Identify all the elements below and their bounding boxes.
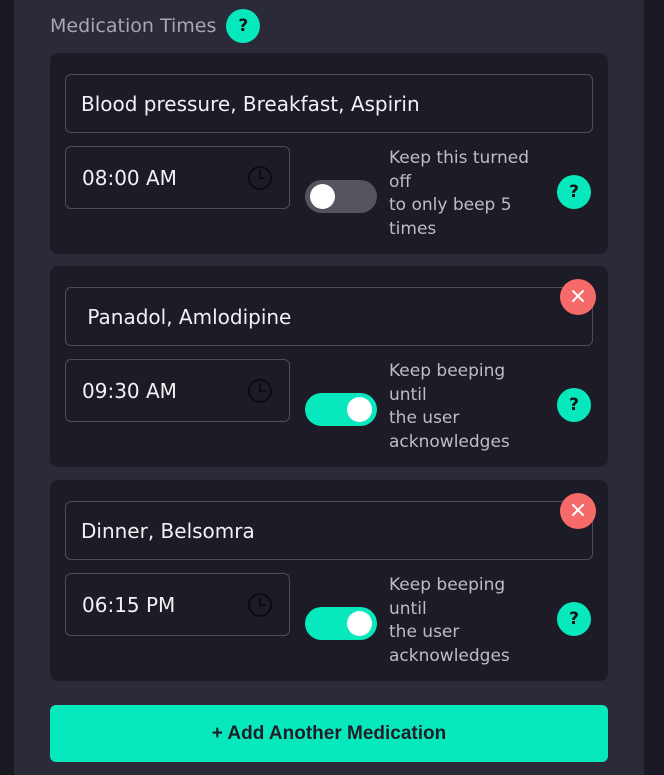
section-help-button[interactable]: ? xyxy=(226,9,261,43)
medication-time-input[interactable]: 08:00 AM xyxy=(65,146,290,209)
medication-name-input[interactable]: Blood pressure, Breakfast, Aspirin xyxy=(65,74,593,133)
toggle-description-line: Keep beeping xyxy=(389,361,506,381)
toggle-help-button[interactable]: ? xyxy=(557,388,591,422)
remove-medication-button[interactable] xyxy=(560,279,596,315)
time-value: 06:15 PM xyxy=(82,592,176,617)
toggle-description-line: Keep this turned xyxy=(389,148,529,168)
toggle-knob xyxy=(310,184,335,209)
time-value: 08:00 AM xyxy=(82,165,177,190)
beep-until-ack-toggle[interactable] xyxy=(305,393,377,426)
toggle-help-button[interactable]: ? xyxy=(557,602,591,636)
toggle-description-line: off xyxy=(389,171,412,192)
time-value: 09:30 AM xyxy=(82,378,177,403)
toggle-description-line: times xyxy=(389,218,437,239)
toggle-description: Keep this turned off to only beep 5 time… xyxy=(389,147,539,241)
toggle-description-line: acknowledges xyxy=(389,645,510,666)
clock-icon[interactable] xyxy=(247,378,273,404)
toggle-knob xyxy=(347,611,372,636)
medication-time-input[interactable]: 09:30 AM xyxy=(65,359,290,422)
section-title: Medication Times xyxy=(50,15,217,37)
remove-medication-button[interactable] xyxy=(560,493,596,529)
medication-time-input[interactable]: 06:15 PM xyxy=(65,573,290,636)
close-icon xyxy=(571,502,585,521)
close-icon xyxy=(571,288,585,307)
beep-until-ack-toggle[interactable] xyxy=(305,180,377,213)
toggle-description-line: the user xyxy=(389,408,460,428)
add-medication-button[interactable]: + Add Another Medication xyxy=(50,705,608,762)
beep-until-ack-toggle[interactable] xyxy=(305,607,377,640)
toggle-description-line: to only beep 5 xyxy=(389,195,512,215)
medication-name-input[interactable]: Dinner, Belsomra xyxy=(65,501,593,560)
section-header: Medication Times ? xyxy=(50,9,261,43)
medication-card: Dinner, Belsomra 06:15 PM Keep beeping u… xyxy=(50,480,608,681)
medication-card: Panadol, Amlodipine 09:30 AM Keep beepin… xyxy=(50,266,608,467)
medication-name-input[interactable]: Panadol, Amlodipine xyxy=(65,287,593,346)
clock-icon[interactable] xyxy=(247,592,273,618)
toggle-help-button[interactable]: ? xyxy=(557,175,591,209)
toggle-knob xyxy=(347,397,372,422)
toggle-description-line: until xyxy=(389,598,427,619)
toggle-description-line: the user xyxy=(389,622,460,642)
toggle-description: Keep beeping until the user acknowledges xyxy=(389,360,539,454)
toggle-description-line: acknowledges xyxy=(389,431,510,452)
clock-icon[interactable] xyxy=(247,165,273,191)
toggle-description-line: Keep beeping xyxy=(389,575,506,595)
medication-card: Blood pressure, Breakfast, Aspirin 08:00… xyxy=(50,53,608,254)
toggle-description-line: until xyxy=(389,384,427,405)
toggle-description: Keep beeping until the user acknowledges xyxy=(389,574,539,668)
